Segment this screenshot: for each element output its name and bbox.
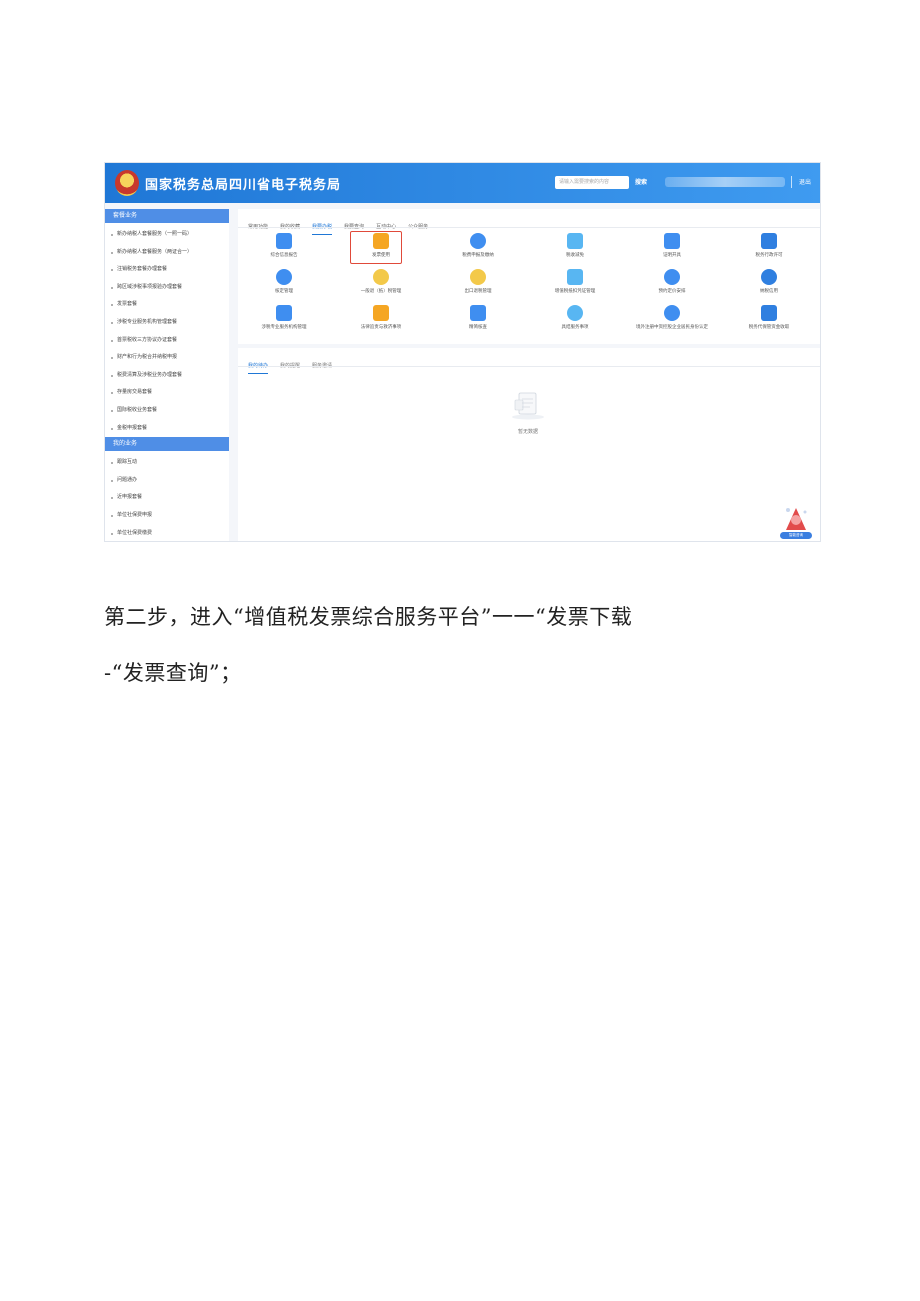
- gavel-icon: [373, 305, 389, 321]
- sidebar-pkg-item[interactable]: 发票套餐: [105, 296, 229, 314]
- sidebar-biz-item[interactable]: 问题通办: [105, 472, 229, 490]
- sidebar-pkg-item[interactable]: 首票税收三方协议办证套餐: [105, 332, 229, 350]
- sidebar-pkg-item[interactable]: 存量房交易套餐: [105, 384, 229, 402]
- todo-tab-divider: [238, 366, 820, 367]
- services-panel: 常用功能我的收藏我要办税我要查询互动中心公众服务 综合信息报告发票使用税费申报及…: [238, 209, 820, 344]
- sidebar-pkg-item[interactable]: 注销税务套餐办理套餐: [105, 261, 229, 279]
- service-grid-label: 核定管理: [275, 289, 293, 294]
- certificate-icon: [664, 233, 680, 249]
- sidebar-biz-item[interactable]: 单位社保费缴费: [105, 525, 229, 542]
- service-grid-item[interactable]: 综合信息报告: [238, 231, 330, 267]
- service-grid-label: 增值税抵扣凭证管理: [554, 289, 596, 294]
- service-grid-item[interactable]: 精简核查: [432, 303, 524, 339]
- sidebar-pkg-item[interactable]: 国际税收业务套餐: [105, 402, 229, 420]
- service-grid-item[interactable]: 增值税抵扣凭证管理: [529, 267, 621, 303]
- document-icon: [276, 233, 292, 249]
- service-grid-label: 税费申报及缴纳: [462, 253, 494, 258]
- tax-emblem-icon: [115, 170, 139, 196]
- building-icon: [276, 305, 292, 321]
- service-grid-item[interactable]: 涉税专业服务机构管理: [238, 303, 330, 339]
- empty-state-icon: [512, 392, 544, 420]
- header-divider: [791, 176, 792, 188]
- service-grid-item[interactable]: 法律追责与救济事项: [335, 303, 427, 339]
- sidebar-section-packages[interactable]: 套餐业务: [105, 209, 229, 223]
- service-grid-item[interactable]: 税务代保管资金收取: [723, 303, 815, 339]
- header-bar: 国家税务总局四川省电子税务局 请输入需要搜索的内容 搜索 退出: [105, 163, 820, 203]
- service-grid-label: 法律追责与救济事项: [360, 325, 402, 330]
- service-grid-item[interactable]: 税务行政许可: [723, 231, 815, 267]
- refund-icon: [373, 269, 389, 285]
- sidebar-pkg-item[interactable]: 跨区域涉税事项报验办理套餐: [105, 279, 229, 297]
- sidebar-biz-item[interactable]: 跟踪互动: [105, 454, 229, 472]
- site-title: 国家税务总局四川省电子税务局: [145, 178, 342, 193]
- search-input[interactable]: 请输入需要搜索的内容: [555, 176, 629, 189]
- sidebar-biz-item[interactable]: 单位社保费申报: [105, 507, 229, 525]
- user-circle-icon: [276, 269, 292, 285]
- service-grid-item[interactable]: 证明开具: [626, 231, 718, 267]
- export-icon: [470, 269, 486, 285]
- camera-icon: [664, 269, 680, 285]
- assistant-label[interactable]: 智能咨询: [780, 532, 812, 539]
- sidebar-pkg-item[interactable]: 财产和行为税合并纳税申报: [105, 349, 229, 367]
- service-grid-item[interactable]: 具结服务事项: [529, 303, 621, 339]
- permit-icon: [761, 233, 777, 249]
- service-grid-item[interactable]: 一般退（抵）税管理: [335, 267, 427, 303]
- cloud-coin-icon: [470, 233, 486, 249]
- service-grid-label: 综合信息报告: [270, 253, 298, 258]
- sidebar-pkg-item[interactable]: 新办纳税人套餐服务（两证合一）: [105, 244, 229, 262]
- sidebar: 套餐业务 新办纳税人套餐服务（一照一码） 新办纳税人套餐服务（两证合一） 注销税务套…: [105, 209, 229, 541]
- empty-state-text: 暂无数据: [517, 429, 538, 435]
- service-grid-label: 证明开具: [663, 253, 681, 258]
- tab-divider: [238, 227, 820, 228]
- service-grid-item[interactable]: 纳税信用: [723, 267, 815, 303]
- sidebar-section-my-business[interactable]: 我的业务: [105, 437, 229, 452]
- service-grid-label: 预约定价安排: [658, 289, 686, 294]
- main-content: 常用功能我的收藏我要办税我要查询互动中心公众服务 综合信息报告发票使用税费申报及…: [238, 209, 820, 541]
- user-info-blurred: [665, 177, 785, 187]
- safe-icon: [761, 305, 777, 321]
- monitor-icon: [470, 305, 486, 321]
- todo-panel: 我的待办我的提醒服务邀请 暂无数据 智能咨询: [238, 348, 820, 541]
- todo-tabs: 我的待办我的提醒服务邀请: [248, 352, 344, 374]
- instruction-line-2: -“发票查询”；: [104, 661, 242, 685]
- voucher-icon: [567, 269, 583, 285]
- embedded-screenshot: 国家税务总局四川省电子税务局 请输入需要搜索的内容 搜索 退出 套餐业务 新办纳…: [104, 162, 821, 542]
- service-grid-label: 出口退税管理: [464, 289, 492, 294]
- medal-icon: [761, 269, 777, 285]
- service-grid-label: 精简核查: [469, 325, 487, 330]
- person-badge-icon: [664, 305, 680, 321]
- sidebar-pkg-item[interactable]: 税费清算及涉税业务办理套餐: [105, 367, 229, 385]
- service-grid-item[interactable]: 税费申报及缴纳: [432, 231, 524, 267]
- sidebar-biz-item[interactable]: 近申报套餐: [105, 489, 229, 507]
- service-grid-label: 具结服务事项: [561, 325, 589, 330]
- service-grid-label: 税务代保管资金收取: [748, 325, 790, 330]
- sidebar-pkg-item[interactable]: 金税申报套餐: [105, 420, 229, 438]
- calculator-icon: [567, 233, 583, 249]
- service-grid-item[interactable]: 出口退税管理: [432, 267, 524, 303]
- service-grid-label: 境外注册中资控股企业居民身份认定: [636, 325, 708, 330]
- logout-button[interactable]: 退出: [799, 177, 811, 186]
- search-button[interactable]: 搜索: [635, 177, 647, 186]
- instruction-line-1: 第二步，进入“增值税发票综合服务平台”一一“发票下载: [104, 605, 633, 629]
- heart-hand-icon: [567, 305, 583, 321]
- service-grid-label: 税务行政许可: [755, 253, 783, 258]
- service-grid-item[interactable]: 境外注册中资控股企业居民身份认定: [626, 303, 718, 339]
- service-grid-label: 一般退（抵）税管理: [360, 289, 402, 294]
- service-grid-item[interactable]: 预约定价安排: [626, 267, 718, 303]
- invoice-use-highlight: [350, 231, 402, 264]
- service-grid-label: 纳税信用: [760, 289, 778, 294]
- sidebar-pkg-item[interactable]: 新办纳税人套餐服务（一照一码）: [105, 226, 229, 244]
- service-grid-label: 税收减免: [566, 253, 584, 258]
- service-grid-item[interactable]: 税收减免: [529, 231, 621, 267]
- service-grid-item[interactable]: 核定管理: [238, 267, 330, 303]
- service-grid-label: 涉税专业服务机构管理: [261, 325, 307, 330]
- service-tabs: 常用功能我的收藏我要办税我要查询互动中心公众服务: [248, 213, 440, 235]
- sidebar-pkg-item[interactable]: 涉税专业服务机构管理套餐: [105, 314, 229, 332]
